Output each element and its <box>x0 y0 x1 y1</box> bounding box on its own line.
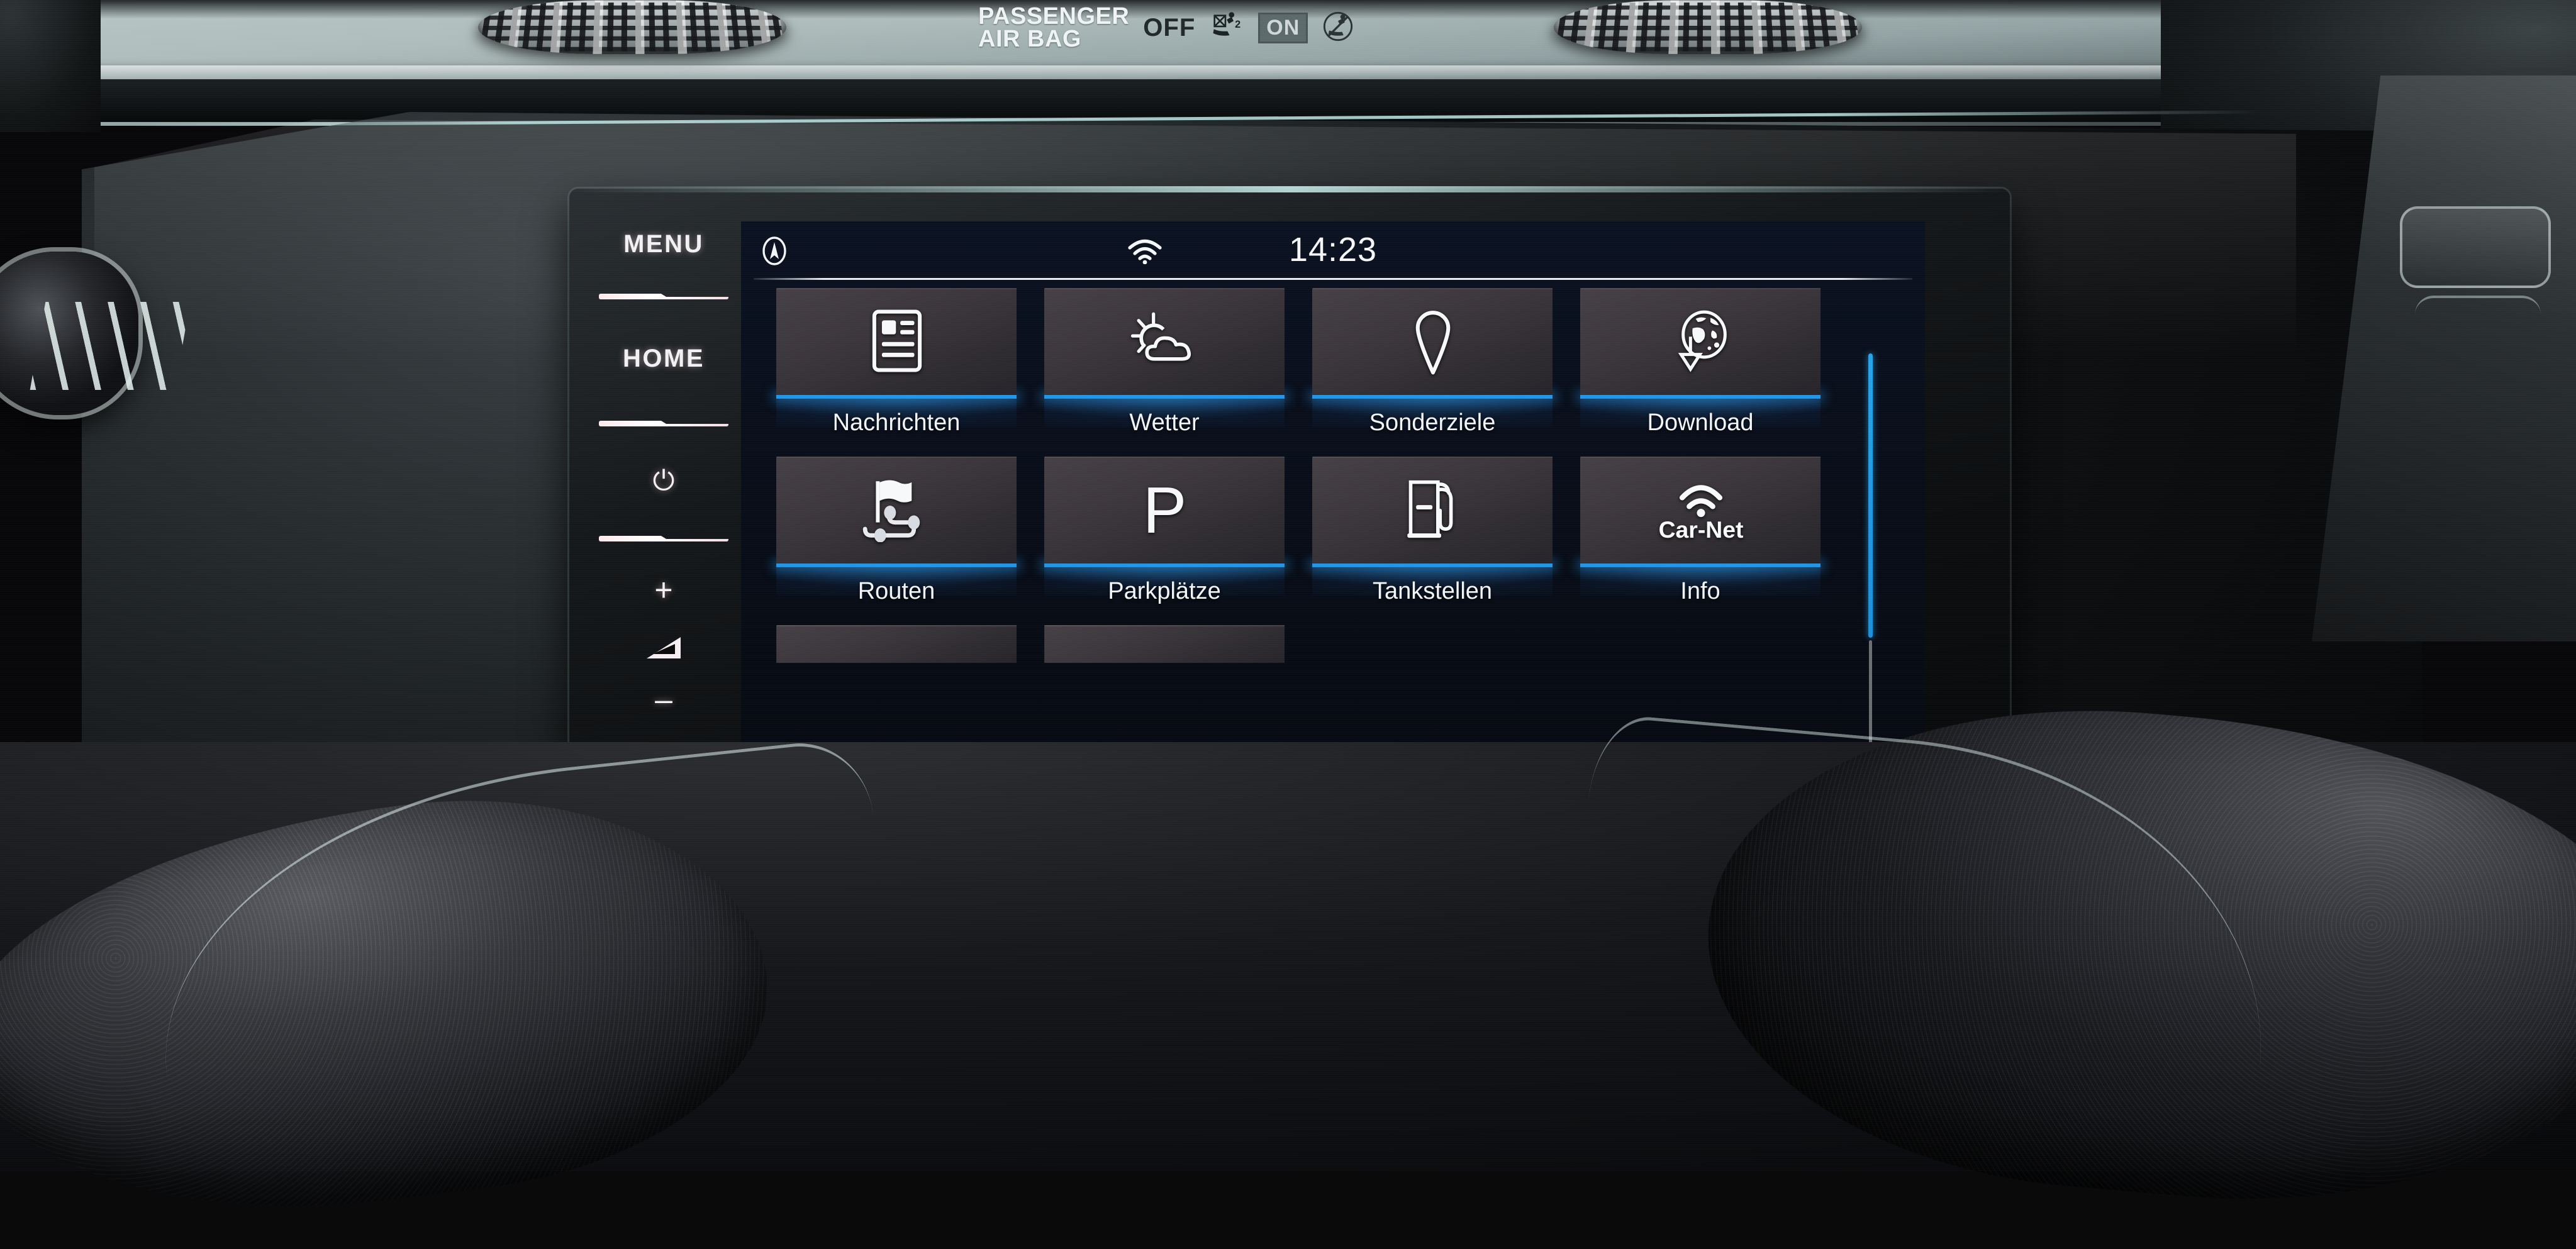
door-trim-chrome-accent <box>2415 296 2541 317</box>
volume-down-hard-key[interactable]: – <box>655 681 672 718</box>
tile-partial-1[interactable] <box>776 625 1017 663</box>
tile-label: Info <box>1580 578 1820 605</box>
tile-face[interactable] <box>1044 288 1285 395</box>
fuel-pump-icon <box>1403 477 1463 545</box>
airbag-child-seat-icon: 2 <box>1209 10 1244 45</box>
tile-label: Download <box>1580 409 1820 436</box>
airbag-title: PASSENGER AIR BAG <box>978 5 1129 51</box>
air-vent-left[interactable] <box>474 0 790 53</box>
passenger-airbag-indicator: PASSENGER AIR BAG OFF 2 ON <box>978 1 1419 54</box>
app-grid: Nachrichten <box>776 288 1828 663</box>
door-handle-chrome[interactable] <box>2400 206 2551 288</box>
svg-text:Car-Net: Car-Net <box>1658 516 1743 542</box>
tile-sonderziele[interactable]: Sonderziele <box>1312 288 1553 436</box>
tile-wetter[interactable]: Wetter <box>1044 288 1285 436</box>
airbag-title-line1: PASSENGER <box>978 5 1129 28</box>
tile-face[interactable] <box>776 457 1017 563</box>
status-bar: 14:23 <box>741 221 1925 279</box>
airbag-no-child-seat-icon <box>1322 10 1357 45</box>
tile-label: Tankstellen <box>1312 578 1553 605</box>
globe-download-icon <box>1670 309 1732 375</box>
tile-face[interactable] <box>776 625 1017 663</box>
scrollbar-thumb[interactable] <box>1868 353 1873 638</box>
map-pin-icon <box>1409 306 1457 379</box>
vertical-scrollbar[interactable] <box>1868 353 1873 779</box>
car-net-wifi-icon: Car-Net <box>1648 474 1754 548</box>
tile-face[interactable] <box>776 288 1017 395</box>
tile-label: Sonderziele <box>1312 409 1553 436</box>
tile-face[interactable] <box>1312 288 1553 395</box>
tile-face[interactable] <box>1044 625 1285 663</box>
air-vent-right[interactable] <box>1549 0 1866 53</box>
key-separator-3 <box>599 536 728 541</box>
clock: 14:23 <box>741 230 1925 269</box>
volume-indicator-icon <box>647 637 681 658</box>
tile-face[interactable] <box>1312 457 1553 563</box>
airbag-off-label: OFF <box>1143 14 1195 42</box>
news-article-icon <box>870 308 924 377</box>
head-unit-top-chrome <box>567 186 2014 192</box>
tile-info[interactable]: Car-Net Info <box>1580 457 1820 605</box>
steering-wheel-spoke-highlight <box>30 302 191 390</box>
sun-cloud-weather-icon <box>1129 311 1201 374</box>
tile-tankstellen[interactable]: Tankstellen <box>1312 457 1553 605</box>
parking-p-icon: P <box>1143 478 1186 543</box>
tile-parkplaetze[interactable]: P Parkplätze <box>1044 457 1285 605</box>
volume-up-hard-key[interactable]: + <box>654 572 672 608</box>
tile-label: Wetter <box>1044 409 1285 436</box>
app-grid-area: Nachrichten <box>741 283 1925 780</box>
tile-face[interactable] <box>1580 288 1820 395</box>
tile-label: Parkplätze <box>1044 578 1285 605</box>
airbag-title-line2: AIR BAG <box>978 28 1129 50</box>
car-interior-scene: PASSENGER AIR BAG OFF 2 ON <box>0 0 2576 1171</box>
tile-label: Routen <box>776 578 1017 605</box>
svg-text:2: 2 <box>1235 19 1241 30</box>
key-separator-1 <box>599 294 728 299</box>
tile-nachrichten[interactable]: Nachrichten <box>776 288 1017 436</box>
airbag-on-label: ON <box>1258 13 1308 43</box>
dashboard-left-shadow <box>0 0 101 132</box>
power-hard-key[interactable]: ⏻ <box>653 465 675 497</box>
tile-label: Nachrichten <box>776 409 1017 436</box>
menu-hard-key[interactable]: MENU <box>623 230 704 258</box>
flag-route-waypoints-icon <box>862 477 932 545</box>
tile-partial-2[interactable] <box>1044 625 1285 663</box>
home-hard-key[interactable]: HOME <box>623 345 705 373</box>
key-separator-2 <box>599 421 728 426</box>
tile-face[interactable]: Car-Net <box>1580 457 1820 563</box>
tile-face[interactable]: P <box>1044 457 1285 563</box>
status-bar-divider <box>754 278 1912 280</box>
tile-routen[interactable]: Routen <box>776 457 1017 605</box>
tile-download[interactable]: Download <box>1580 288 1820 436</box>
